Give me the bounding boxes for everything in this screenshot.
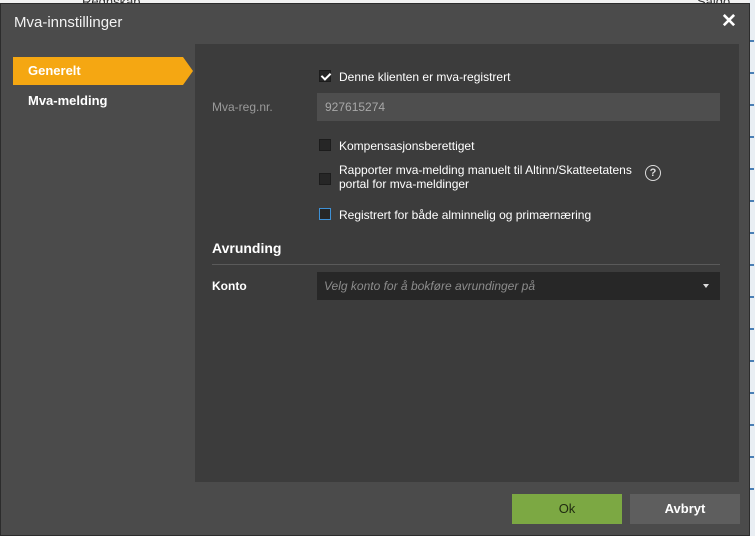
settings-nav: Generelt Mva-melding xyxy=(13,57,193,117)
vat-number-label: Mva-reg.nr. xyxy=(212,100,273,114)
nav-item-vat-report[interactable]: Mva-melding xyxy=(13,87,193,115)
chevron-down-icon xyxy=(703,284,709,288)
registered-row: Denne klienten er mva-registrert xyxy=(319,70,510,84)
vat-number-field[interactable]: 927615274 xyxy=(317,93,720,121)
settings-panel: Denne klienten er mva-registrert Mva-reg… xyxy=(195,44,739,482)
ok-button[interactable]: Ok xyxy=(512,494,622,524)
compensation-row: Kompensasjonsberettiget xyxy=(319,139,474,153)
compensation-checkbox[interactable] xyxy=(319,139,331,151)
nav-item-general[interactable]: Generelt xyxy=(13,57,193,85)
both-registered-checkbox[interactable] xyxy=(319,208,331,220)
rounding-section-title: Avrunding xyxy=(212,240,282,256)
close-icon[interactable]: ✕ xyxy=(719,11,739,33)
dialog-title: Mva-innstillinger xyxy=(14,14,123,31)
manual-report-label: Rapporter mva-melding manuelt til Altinn… xyxy=(339,163,632,191)
manual-report-label-line2: portal for mva-meldinger xyxy=(339,177,470,191)
help-icon[interactable]: ? xyxy=(645,165,661,181)
registered-checkbox[interactable] xyxy=(319,70,331,82)
manual-report-checkbox[interactable] xyxy=(319,173,331,185)
cancel-button[interactable]: Avbryt xyxy=(630,494,740,524)
vat-settings-dialog: Mva-innstillinger ✕ Generelt Mva-melding… xyxy=(0,3,750,536)
account-label: Konto xyxy=(212,279,247,293)
compensation-label: Kompensasjonsberettiget xyxy=(339,139,475,153)
both-registered-label: Registrert for både alminnelig og primær… xyxy=(339,208,592,222)
account-select-placeholder: Velg konto for å bokføre avrundinger på xyxy=(324,279,536,293)
manual-report-row: Rapporter mva-melding manuelt til Altinn… xyxy=(319,163,632,191)
rounding-divider xyxy=(212,264,720,265)
account-select[interactable]: Velg konto for å bokføre avrundinger på xyxy=(317,272,720,300)
registered-label: Denne klienten er mva-registrert xyxy=(339,70,511,84)
dialog-titlebar: Mva-innstillinger ✕ xyxy=(1,4,749,42)
both-registered-row: Registrert for både alminnelig og primær… xyxy=(319,208,591,222)
manual-report-label-line1: Rapporter mva-melding manuelt til Altinn… xyxy=(339,163,632,177)
